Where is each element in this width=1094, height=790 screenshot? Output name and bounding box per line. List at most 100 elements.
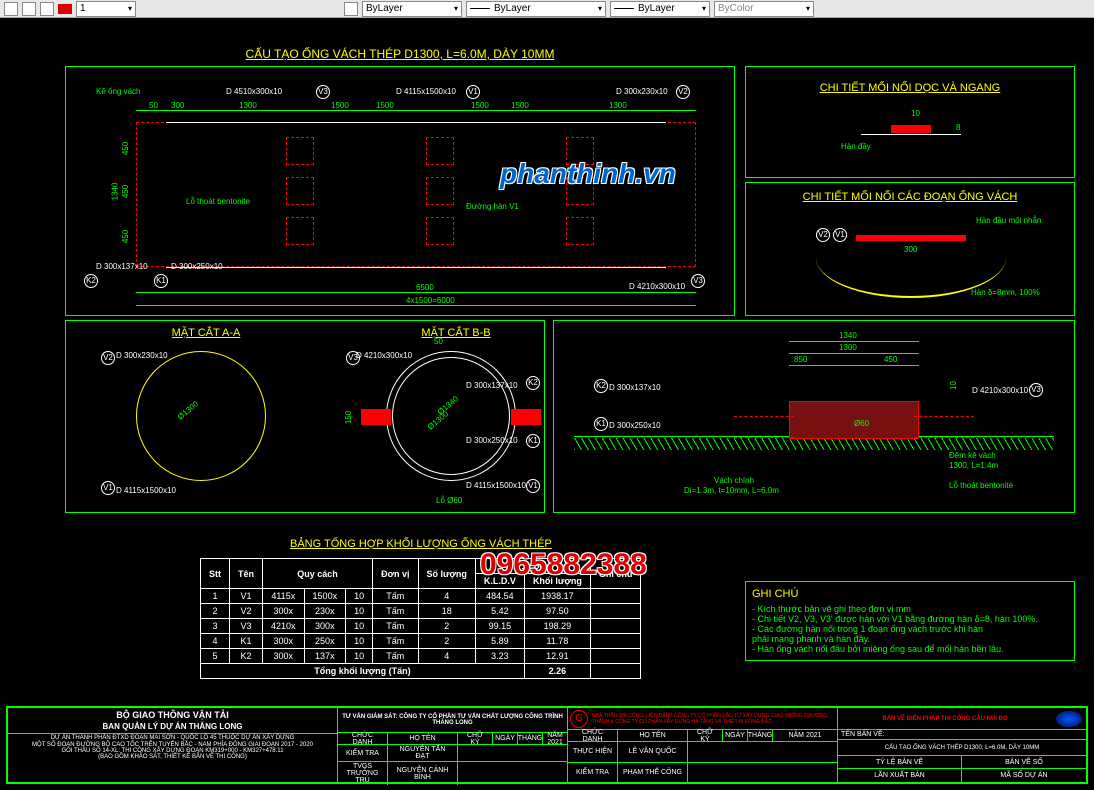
weld [856, 235, 966, 241]
bylayer3-select[interactable]: ByLayer [610, 1, 710, 17]
stiffener [286, 137, 314, 165]
dim: 6500 [416, 283, 434, 292]
dim-label: D 4115x1500x10 [396, 87, 456, 96]
td [458, 745, 567, 761]
consultant: TƯ VẤN GIÁM SÁT: CÔNG TY CỔ PHẦN TƯ VẤN … [338, 708, 567, 733]
td [458, 762, 567, 785]
project: (BAO GỒM KHẢO SÁT, THIẾT KẾ BẢN VẼ THI C… [8, 754, 337, 760]
dim-line [136, 292, 696, 293]
th: CHỮ KÝ [688, 730, 723, 741]
th: CHỮ KÝ [458, 733, 493, 744]
support-l [734, 416, 794, 438]
label-ke: Kê ống vách [96, 87, 140, 96]
proj-top: BẢN VẼ BIỆN PHÁP THI CÔNG CẦU NÚI ĐỌ [838, 716, 1052, 722]
tag-v3: V3 [316, 85, 330, 99]
globe-icon[interactable] [4, 2, 18, 16]
label-han: Đường hàn V1 [466, 202, 519, 211]
label: Hàn đầy [841, 142, 871, 151]
title-block: BỘ GIAO THÔNG VẬN TẢI BAN QUẢN LÝ DỰ ÁN … [6, 706, 1088, 784]
dim: 300 [171, 101, 184, 110]
th: NĂM 2021 [773, 730, 837, 741]
support-right [511, 409, 541, 425]
lbl: TÊN BẢN VẼ: [838, 730, 1086, 740]
dim-line [136, 305, 696, 306]
dim: 450 [121, 230, 130, 243]
layer-select[interactable]: 1 [76, 1, 136, 17]
dim-line [136, 110, 696, 111]
dim-label: D 4210x300x10 [629, 282, 685, 291]
dim: 1500 [471, 101, 489, 110]
td: BẢN VẼ SỐ [962, 756, 1086, 768]
cube-icon[interactable] [22, 2, 36, 16]
label: Đệm kê vách [949, 451, 996, 460]
watermark-url: phanthinh.vn [500, 158, 676, 190]
tag-v3: V3 [346, 351, 360, 365]
dim-label: D 4210x300x10 [356, 351, 412, 360]
drawing-name: CẤU TẠO ỐNG VÁCH THÉP D1300, L=6.0M, DÀY… [838, 740, 1086, 756]
td: MÃ SỐ DỰ ÁN [962, 769, 1086, 782]
note-line: - Chi tiết V2, V3, V3' được hàn với V1 b… [752, 614, 1068, 624]
main-elevation-panel: CẤU TẠO ỐNG VÁCH THÉP D1300, L=6.0M, DÀY… [65, 66, 735, 316]
circle-outer [136, 351, 266, 481]
bylayer1-select[interactable]: ByLayer [362, 1, 462, 17]
dim-label: D 300x137x10 [466, 381, 518, 390]
dim: 1300 [239, 101, 257, 110]
label: Hàn δ=8mm, 100% [971, 288, 1040, 297]
dim-label: D 300x137x10 [609, 383, 661, 392]
detail-segment-panel: CHI TIẾT MỐI NỐI CÁC ĐOẠN ỐNG VÁCH V2 V1… [745, 182, 1075, 316]
dim: 10 [949, 381, 958, 390]
section-b-title: MẶT CẮT B-B [376, 327, 536, 339]
dim: 1340 [839, 331, 857, 340]
dim: 150 [344, 411, 353, 424]
dim-label: D 300x137x10 [96, 262, 148, 271]
section-a-title: MẶT CẮT A-A [126, 327, 286, 339]
cad-canvas[interactable]: CẤU TẠO ỐNG VÁCH THÉP D1300, L=6.0M, DÀY… [0, 18, 1094, 790]
toolbar: 1 ByLayer ByLayer ByLayer ByColor [0, 0, 1094, 18]
dim-label: D 4115x1500x10 [466, 481, 526, 490]
bylayer2-select[interactable]: ByLayer [466, 1, 606, 17]
bycolor-select[interactable]: ByColor [714, 1, 814, 17]
dim [789, 353, 919, 354]
drawing-title: CẤU TẠO ỐNG VÁCH THÉP D1300, L=6.0M, DÀY… [66, 47, 734, 61]
project: DỰ ÁN THÀNH PHẦN ĐTXD ĐOẠN MAI SƠN - QUỐ… [8, 734, 337, 742]
pipe-body [136, 122, 696, 267]
dim: 300 [904, 245, 917, 254]
tag-k1: K1 [526, 434, 540, 448]
cube2-icon[interactable] [40, 2, 54, 16]
note-line: - Các đường hàn nối trong 1 đoạn ống vác… [752, 624, 1068, 634]
tag-v3: V3 [1029, 383, 1043, 397]
th: HỌ TÊN [388, 733, 458, 744]
notes-box: GHI CHÚ - Kích thước bản vẽ ghi theo đơn… [745, 581, 1075, 661]
label: 1300, L=1.4m [949, 461, 998, 470]
tag-v3: V3 [691, 274, 705, 288]
section-a-panel: MẶT CẮT A-A D 300x230x10 V2 D 4115x1500x… [65, 320, 545, 513]
dim: Ø60 [854, 419, 869, 428]
watermark-phone: 0965882388 [480, 548, 647, 582]
detail1-title: CHI TIẾT MỐI NỐI DỌC VÀ NGANG [746, 82, 1074, 94]
dim: 10 [911, 109, 920, 118]
dim-label: D 300x250x10 [466, 436, 518, 445]
td: NGUYỄN TẤN ĐẠT [388, 745, 458, 761]
stiffener [426, 217, 454, 245]
install-panel: 1340 1300 850 450 D 300x137x10 K2 D 300x… [553, 320, 1075, 513]
detail2-title: CHI TIẾT MỐI NỐI CÁC ĐOẠN ỐNG VÁCH [746, 191, 1074, 203]
tag-k2: K2 [594, 379, 608, 393]
tag-v1: V1 [466, 85, 480, 99]
note-line: - Kích thước bản vẽ ghi theo đơn vị mm [752, 604, 1068, 614]
dim: 1300 [839, 343, 857, 352]
logo-icon: G [570, 710, 588, 728]
dim: 1500 [376, 101, 394, 110]
td: NGUYỄN CẢNH BÌNH [388, 762, 458, 785]
color-swatch-icon[interactable] [58, 4, 72, 14]
tag-k1: K1 [594, 417, 608, 431]
centerline [166, 122, 666, 123]
color-icon[interactable] [344, 2, 358, 16]
tag-v1: V1 [833, 228, 847, 242]
dim-label: D 300x250x10 [609, 421, 661, 430]
note-line: - Hàn ống vách nối đầu bởi miệng ống sau… [752, 644, 1068, 654]
dim [789, 341, 919, 342]
tag-k1: K1 [154, 274, 168, 288]
td: KIỂM TRA [338, 745, 388, 761]
contractor: NHÀ THẦU THI CÔNG: LIÊN DANH CÔNG TY CỔ … [592, 713, 835, 725]
label: Hàn đầu mối nhẵn [976, 216, 1041, 225]
